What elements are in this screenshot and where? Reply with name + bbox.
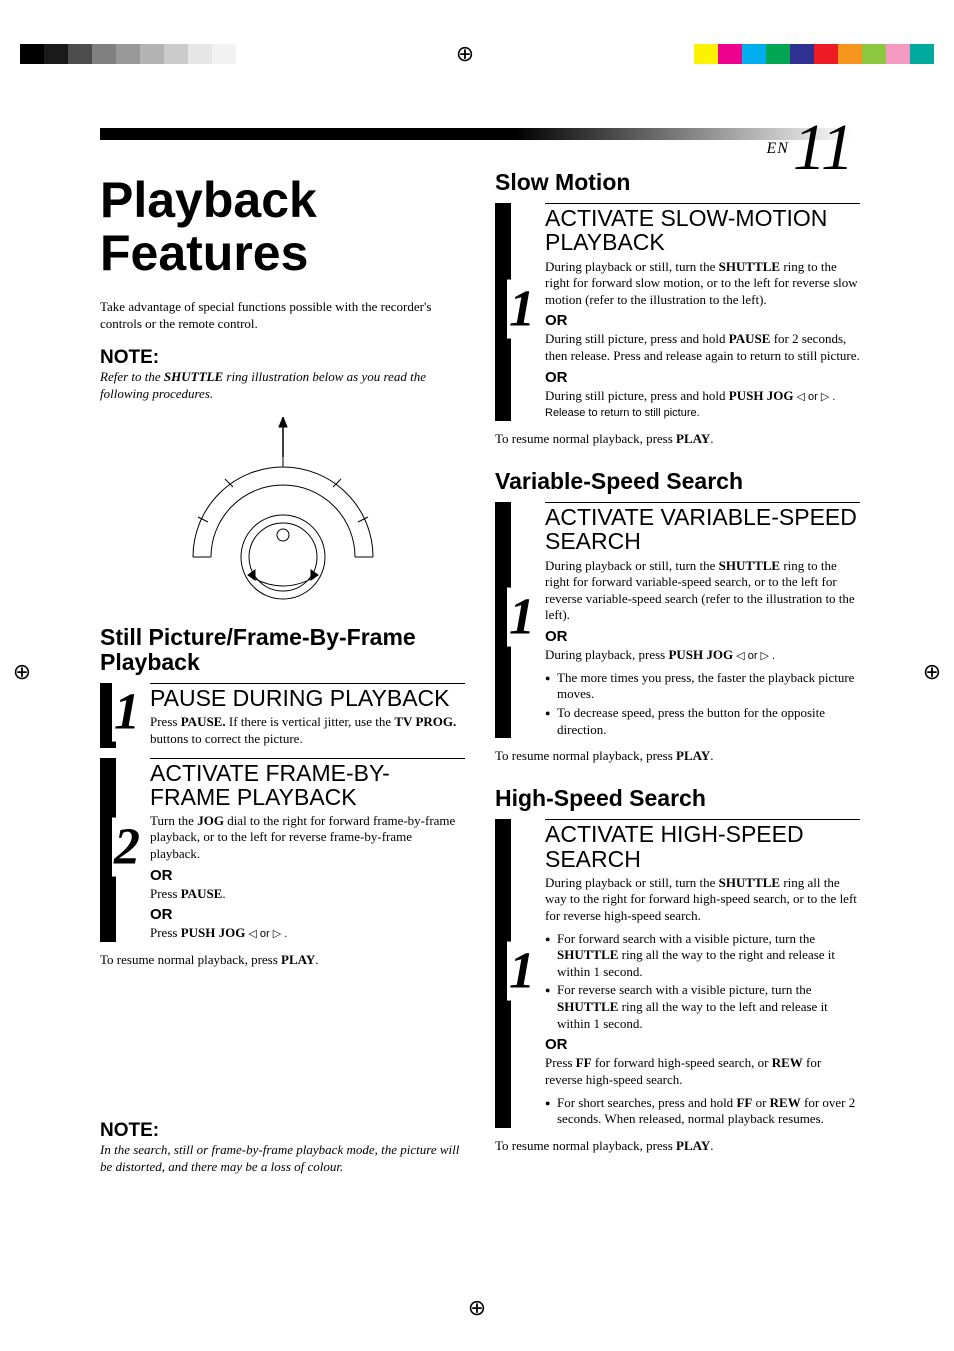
step-body: Press PAUSE.: [150, 886, 465, 903]
step-body: During playback, press PUSH JOG ◁ or ▷ .: [545, 647, 860, 664]
grayscale-swatches: [20, 44, 236, 64]
list-item: For reverse search with a visible pictur…: [557, 982, 860, 1032]
step-title: ACTIVATE VARIABLE-SPEED SEARCH: [545, 502, 860, 553]
swatch: [790, 44, 814, 64]
step-body: Press FF for forward high-speed search, …: [545, 1055, 860, 1088]
swatch: [910, 44, 934, 64]
list-item: To decrease speed, press the button for …: [557, 705, 860, 738]
or-label: OR: [545, 312, 860, 329]
intro-text: Take advantage of special functions poss…: [100, 299, 465, 333]
step-body: During still picture, press and hold PAU…: [545, 331, 860, 364]
swatch: [116, 44, 140, 64]
high-speed-heading: High-Speed Search: [495, 786, 860, 811]
swatch: [886, 44, 910, 64]
or-label: OR: [545, 628, 860, 645]
registration-mark-bottom: ⊕: [468, 1295, 486, 1321]
swatch: [766, 44, 790, 64]
shuttle-ring-illustration: [173, 417, 393, 607]
step-title: ACTIVATE SLOW-MOTION PLAYBACK: [545, 203, 860, 254]
still-picture-heading: Still Picture/Frame-By-Frame Playback: [100, 625, 465, 676]
resume-playback-text: To resume normal playback, press PLAY.: [495, 748, 860, 764]
swatch: [814, 44, 838, 64]
swatch: [838, 44, 862, 64]
step-body: During playback or still, turn the SHUTT…: [545, 558, 860, 625]
step-body: During playback or still, turn the SHUTT…: [545, 875, 860, 925]
step-number: 1: [507, 941, 537, 1000]
left-column: Playback Features Take advantage of spec…: [100, 170, 465, 1190]
registration-mark-top: ⊕: [453, 42, 477, 66]
content-columns: Playback Features Take advantage of spec…: [100, 170, 860, 1190]
header-gradient-bar: [100, 128, 854, 140]
step-number: 1: [112, 683, 142, 742]
print-marks-top: ⊕: [0, 42, 954, 66]
swatch: [140, 44, 164, 64]
step-body: Press PAUSE. If there is vertical jitter…: [150, 714, 465, 747]
page-lang: EN: [766, 140, 788, 157]
page-title: Playback Features: [100, 174, 465, 279]
step-variable-speed: 1 ACTIVATE VARIABLE-SPEED SEARCH During …: [495, 502, 860, 738]
list-item: The more times you press, the faster the…: [557, 670, 860, 703]
step-title: ACTIVATE FRAME-BY-FRAME PLAYBACK: [150, 758, 465, 809]
swatch: [862, 44, 886, 64]
swatch: [694, 44, 718, 64]
registration-mark-left: ⊕: [10, 660, 34, 684]
bullet-list: For forward search with a visible pictur…: [545, 931, 860, 1033]
swatch: [212, 44, 236, 64]
resume-playback-text: To resume normal playback, press PLAY.: [495, 1138, 860, 1154]
note-body: Refer to the SHUTTLE ring illustration b…: [100, 369, 465, 403]
or-label: OR: [545, 369, 860, 386]
swatch: [68, 44, 92, 64]
swatch: [92, 44, 116, 64]
resume-playback-text: To resume normal playback, press PLAY.: [495, 431, 860, 447]
step-body: Press PUSH JOG ◁ or ▷ .: [150, 925, 465, 942]
step-high-speed: 1 ACTIVATE HIGH-SPEED SEARCH During play…: [495, 819, 860, 1127]
step-body: Turn the JOG dial to the right for forwa…: [150, 813, 465, 863]
swatch: [718, 44, 742, 64]
note-body: In the search, still or frame-by-frame p…: [100, 1142, 465, 1176]
step-slow-motion: 1 ACTIVATE SLOW-MOTION PLAYBACK During p…: [495, 203, 860, 421]
step-pause-during-playback: 1 PAUSE DURING PLAYBACK Press PAUSE. If …: [100, 683, 465, 747]
note-heading: NOTE:: [100, 1120, 465, 1142]
bullet-list: The more times you press, the faster the…: [545, 670, 860, 739]
slow-motion-heading: Slow Motion: [495, 170, 860, 195]
note-heading: NOTE:: [100, 347, 465, 369]
step-number: 1: [507, 280, 537, 339]
step-title: ACTIVATE HIGH-SPEED SEARCH: [545, 819, 860, 870]
swatch: [20, 44, 44, 64]
swatch: [742, 44, 766, 64]
color-swatches: [694, 44, 934, 64]
swatch: [44, 44, 68, 64]
step-frame-by-frame: 2 ACTIVATE FRAME-BY-FRAME PLAYBACK Turn …: [100, 758, 465, 942]
or-label: OR: [545, 1036, 860, 1053]
step-body: During still picture, press and hold PUS…: [545, 388, 860, 421]
right-column: Slow Motion 1 ACTIVATE SLOW-MOTION PLAYB…: [495, 170, 860, 1190]
step-title: PAUSE DURING PLAYBACK: [150, 683, 465, 710]
list-item: For short searches, press and hold FF or…: [557, 1095, 860, 1128]
list-item: For forward search with a visible pictur…: [557, 931, 860, 981]
swatch: [164, 44, 188, 64]
or-label: OR: [150, 906, 465, 923]
variable-speed-heading: Variable-Speed Search: [495, 469, 860, 494]
step-number: 2: [112, 817, 142, 876]
or-label: OR: [150, 867, 465, 884]
resume-playback-text: To resume normal playback, press PLAY.: [100, 952, 465, 968]
step-number: 1: [507, 588, 537, 647]
step-body: During playback or still, turn the SHUTT…: [545, 259, 860, 309]
registration-mark-right: ⊕: [920, 660, 944, 684]
swatch: [188, 44, 212, 64]
bullet-list: For short searches, press and hold FF or…: [545, 1095, 860, 1128]
